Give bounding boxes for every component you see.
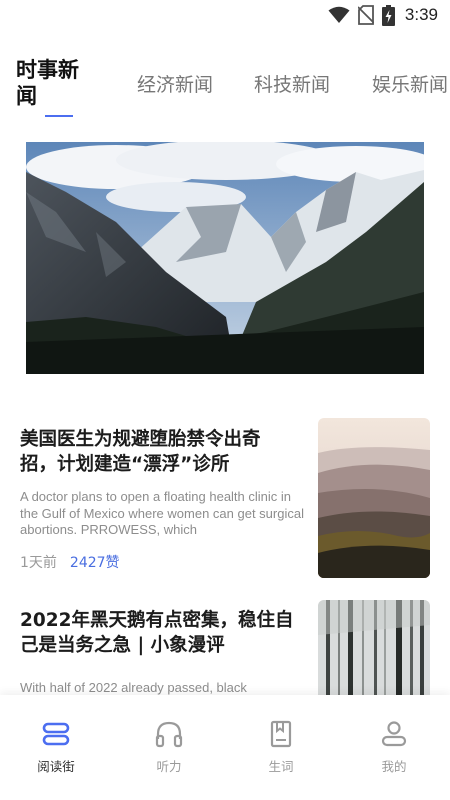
status-time: 3:39	[404, 5, 438, 24]
tab-tech-news[interactable]: 科技新闻	[254, 70, 330, 97]
nav-vocabulary[interactable]: 生词	[241, 719, 321, 775]
nav-label: 生词	[268, 759, 294, 774]
nav-label: 阅读街	[37, 759, 75, 774]
article-card[interactable]: 美国医生为规避堕胎禁令出奇招，计划建造“漂浮”诊所 A doctor plans…	[0, 418, 450, 583]
misty-hills-image	[318, 418, 430, 578]
status-bar: 3:39	[0, 0, 450, 32]
foggy-forest-image	[318, 600, 430, 700]
article-card[interactable]: 2022年黑天鹅有点密集，稳住自己是当务之急 | 小象漫评 With half …	[0, 600, 450, 700]
nav-listening[interactable]: 听力	[129, 719, 209, 775]
profile-icon	[381, 721, 407, 747]
article-meta: 1天前 2427赞	[20, 552, 120, 572]
bottom-navigation: 阅读街 听力 生词 我的	[0, 695, 450, 800]
battery-charging-icon	[381, 4, 395, 26]
article-likes: 2427赞	[69, 555, 120, 571]
article-thumbnail[interactable]	[318, 600, 430, 700]
article-title[interactable]: 2022年黑天鹅有点密集，稳住自己是当务之急 | 小象漫评	[20, 608, 296, 658]
nav-label: 听力	[156, 759, 182, 774]
nav-label: 我的	[381, 759, 407, 774]
article-excerpt: A doctor plans to open a floating health…	[20, 489, 304, 537]
nav-read-street[interactable]: 阅读街	[16, 719, 96, 775]
category-tabs: 时事新闻 经济新闻 科技新闻 娱乐新闻	[0, 55, 450, 125]
active-tab-indicator	[45, 115, 73, 117]
vocabulary-book-icon	[270, 720, 292, 748]
hero-banner-image[interactable]	[26, 142, 424, 374]
article-thumbnail[interactable]	[318, 418, 430, 578]
wifi-icon	[328, 6, 350, 23]
tab-entertainment-news[interactable]: 娱乐新闻	[372, 70, 448, 97]
read-street-icon	[42, 722, 70, 746]
status-icons: 3:39	[328, 4, 438, 26]
article-time: 1天前	[20, 555, 57, 571]
nav-profile[interactable]: 我的	[354, 719, 434, 775]
no-sim-icon	[357, 5, 374, 25]
tab-current-news[interactable]: 时事新闻	[16, 57, 98, 109]
article-title[interactable]: 美国医生为规避堕胎禁令出奇招，计划建造“漂浮”诊所	[20, 427, 296, 477]
headphones-icon	[155, 721, 183, 748]
mountain-landscape-image	[26, 142, 424, 374]
tab-economy-news[interactable]: 经济新闻	[137, 70, 213, 97]
